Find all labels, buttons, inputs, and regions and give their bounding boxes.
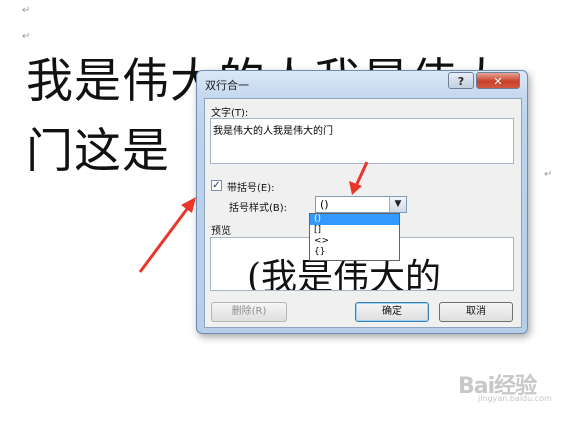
annotation-arrows — [138, 161, 369, 273]
bracket-option[interactable]: <> — [310, 236, 399, 247]
bracket-style-dropdown: () [] <> {} — [309, 213, 400, 261]
arrow-icon — [138, 197, 196, 273]
watermark-url: jingyan.baidu.com — [478, 394, 552, 403]
bracket-option[interactable]: {} — [310, 247, 399, 258]
bracket-option[interactable]: [] — [310, 225, 399, 236]
bracket-option[interactable]: () — [310, 214, 399, 225]
arrow-icon — [349, 161, 369, 195]
